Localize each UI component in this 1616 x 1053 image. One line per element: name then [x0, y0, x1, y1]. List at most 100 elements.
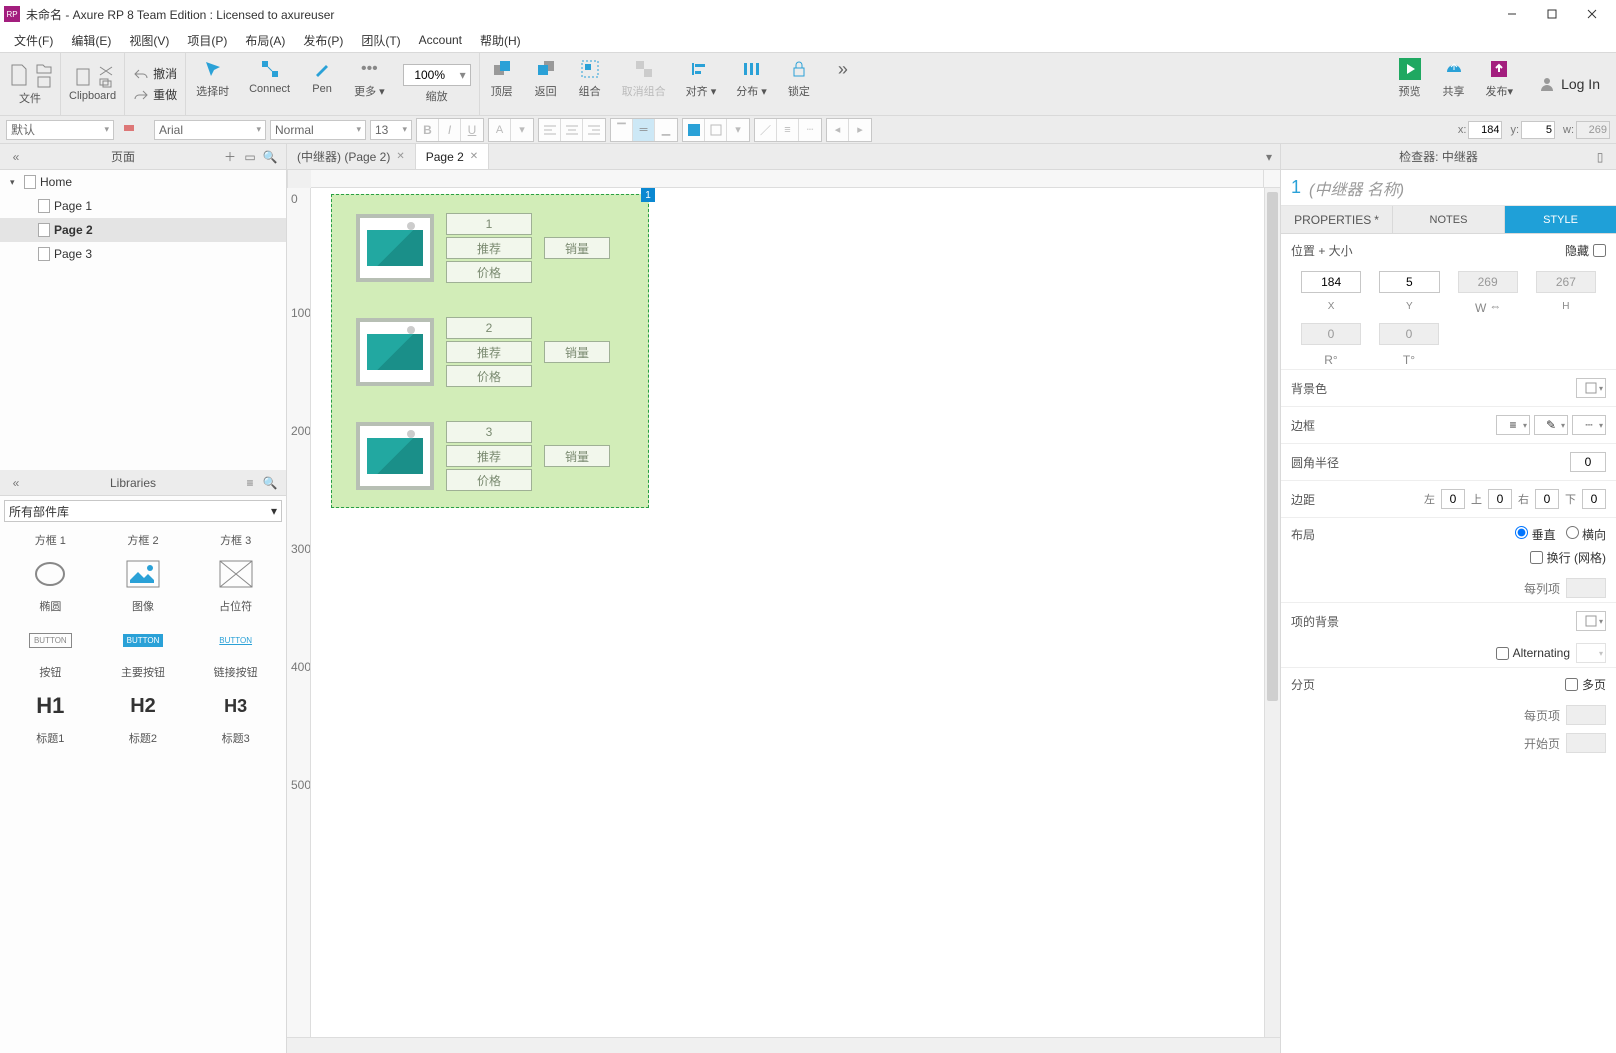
- publish-button[interactable]: 发布▾: [1476, 53, 1524, 115]
- margin-bottom-input[interactable]: [1582, 489, 1606, 509]
- lock-button[interactable]: 锁定: [777, 53, 821, 115]
- close-icon[interactable]: ✕: [470, 151, 478, 162]
- inspector-note-icon[interactable]: ▯: [1590, 147, 1610, 167]
- menu-team[interactable]: 团队(T): [353, 30, 408, 51]
- menu-publish[interactable]: 发布(P): [295, 30, 351, 51]
- paste-icon[interactable]: [73, 67, 93, 87]
- search-pages-icon[interactable]: 🔍: [260, 147, 280, 167]
- copy-icon[interactable]: [99, 78, 113, 88]
- border-style-combo[interactable]: ┈: [1572, 415, 1606, 435]
- style-combo[interactable]: 默认▾: [6, 120, 114, 140]
- group-button[interactable]: 组合: [568, 53, 612, 115]
- tab-0[interactable]: (中继器) (Page 2)✕: [287, 144, 416, 169]
- lib-menu-icon[interactable]: ≡: [240, 473, 260, 493]
- italic-button[interactable]: I: [439, 119, 461, 141]
- menu-project[interactable]: 项目(P): [179, 30, 235, 51]
- lib-rect-1[interactable]: 方框 1: [6, 532, 95, 548]
- align-button[interactable]: 对齐 ▾: [676, 53, 727, 115]
- insp-x-input[interactable]: [1301, 271, 1361, 293]
- lib-h1[interactable]: H1标题1: [6, 688, 95, 746]
- border-color-button[interactable]: [705, 119, 727, 141]
- new-file-icon[interactable]: [8, 62, 30, 88]
- tab-style[interactable]: STYLE: [1505, 206, 1616, 233]
- redo-button[interactable]: 重做: [133, 86, 177, 103]
- more-text-button[interactable]: ▾: [511, 119, 533, 141]
- arrow-start-button[interactable]: ◂: [827, 119, 849, 141]
- tree-page-1[interactable]: Page 1: [0, 194, 286, 218]
- pos-x-input[interactable]: [1468, 121, 1502, 139]
- horizontal-scrollbar[interactable]: [287, 1037, 1280, 1053]
- minimize-button[interactable]: [1492, 0, 1532, 28]
- menu-view[interactable]: 视图(V): [121, 30, 177, 51]
- zoom-combo[interactable]: ▾: [403, 64, 471, 86]
- lib-rect-3[interactable]: 方框 3: [191, 532, 280, 548]
- close-button[interactable]: [1572, 0, 1612, 28]
- hidden-checkbox[interactable]: 隐藏: [1565, 242, 1606, 259]
- tree-page-3[interactable]: Page 3: [0, 242, 286, 266]
- menu-account[interactable]: Account: [411, 31, 470, 49]
- connect-mode-button[interactable]: Connect: [239, 53, 300, 115]
- library-selector[interactable]: 所有部件库▾: [4, 500, 282, 522]
- collapse-icon[interactable]: «: [6, 147, 26, 167]
- tree-home[interactable]: ▾ Home: [0, 170, 286, 194]
- distribute-button[interactable]: 分布 ▾: [726, 53, 777, 115]
- align-left-button[interactable]: [539, 119, 561, 141]
- font-combo[interactable]: Arial▾: [154, 120, 266, 140]
- valign-top-button[interactable]: ▔: [611, 119, 633, 141]
- fill-color-button[interactable]: [683, 119, 705, 141]
- lib-rect-2[interactable]: 方框 2: [99, 532, 188, 548]
- pen-mode-button[interactable]: Pen: [300, 53, 344, 115]
- align-right-button[interactable]: [583, 119, 605, 141]
- menu-edit[interactable]: 编辑(E): [63, 30, 119, 51]
- tabs-overflow-button[interactable]: ▾: [1258, 144, 1280, 169]
- border-color-combo[interactable]: ✎: [1534, 415, 1568, 435]
- maximize-button[interactable]: [1532, 0, 1572, 28]
- vertical-scrollbar[interactable]: [1264, 188, 1280, 1037]
- valign-bottom-button[interactable]: ▁: [655, 119, 677, 141]
- toolbar-overflow-button[interactable]: »: [821, 53, 865, 115]
- select-mode-button[interactable]: 选择时: [186, 53, 239, 115]
- bold-button[interactable]: B: [417, 119, 439, 141]
- margin-top-input[interactable]: [1488, 489, 1512, 509]
- undo-button[interactable]: 撤消: [133, 65, 177, 82]
- valign-middle-button[interactable]: ═: [633, 119, 655, 141]
- zoom-input[interactable]: [404, 68, 456, 82]
- collapse-lib-icon[interactable]: «: [6, 473, 26, 493]
- shadow-button[interactable]: ▾: [727, 119, 749, 141]
- login-button[interactable]: Log In: [1523, 53, 1616, 115]
- design-canvas[interactable]: 1 1 推荐 价格 销量 2 推荐: [311, 188, 1264, 1037]
- layout-horizontal-radio[interactable]: 横向: [1566, 526, 1606, 543]
- align-center-button[interactable]: [561, 119, 583, 141]
- wrap-checkbox[interactable]: 换行 (网格): [1530, 549, 1606, 566]
- aspect-lock-icon[interactable]: ⇔: [1490, 301, 1500, 311]
- add-folder-icon[interactable]: ▭: [240, 147, 260, 167]
- open-icon[interactable]: [36, 62, 52, 74]
- cut-icon[interactable]: [99, 66, 113, 76]
- paint-format-icon[interactable]: [118, 119, 140, 141]
- lib-placeholder[interactable]: 占位符: [191, 556, 280, 614]
- tab-notes[interactable]: NOTES: [1393, 206, 1505, 233]
- tab-properties[interactable]: PROPERTIES *: [1281, 206, 1393, 233]
- repeater-selection[interactable]: 1 1 推荐 价格 销量 2 推荐: [331, 194, 649, 508]
- margin-right-input[interactable]: [1535, 489, 1559, 509]
- margin-left-input[interactable]: [1441, 489, 1465, 509]
- multipage-checkbox[interactable]: 多页: [1565, 676, 1606, 693]
- lib-h2[interactable]: H2标题2: [99, 688, 188, 746]
- underline-button[interactable]: U: [461, 119, 483, 141]
- alternating-checkbox[interactable]: Alternating: [1496, 646, 1570, 660]
- menu-help[interactable]: 帮助(H): [472, 30, 529, 51]
- save-icon[interactable]: [36, 76, 52, 88]
- add-page-icon[interactable]: ＋: [220, 147, 240, 167]
- close-icon[interactable]: ✕: [396, 151, 404, 162]
- menu-layout[interactable]: 布局(A): [237, 30, 293, 51]
- widget-name-placeholder[interactable]: (中继器 名称): [1309, 176, 1404, 200]
- lib-h3[interactable]: H3标题3: [191, 688, 280, 746]
- menu-file[interactable]: 文件(F): [6, 30, 61, 51]
- bg-color-picker[interactable]: [1576, 378, 1606, 398]
- more-tools-button[interactable]: ••• 更多 ▾: [344, 53, 395, 115]
- item-bg-picker[interactable]: [1576, 611, 1606, 631]
- tab-1[interactable]: Page 2✕: [416, 144, 489, 169]
- lib-primary-button[interactable]: BUTTON主要按钮: [99, 622, 188, 680]
- arrow-end-button[interactable]: ▸: [849, 119, 871, 141]
- text-color-button[interactable]: A: [489, 119, 511, 141]
